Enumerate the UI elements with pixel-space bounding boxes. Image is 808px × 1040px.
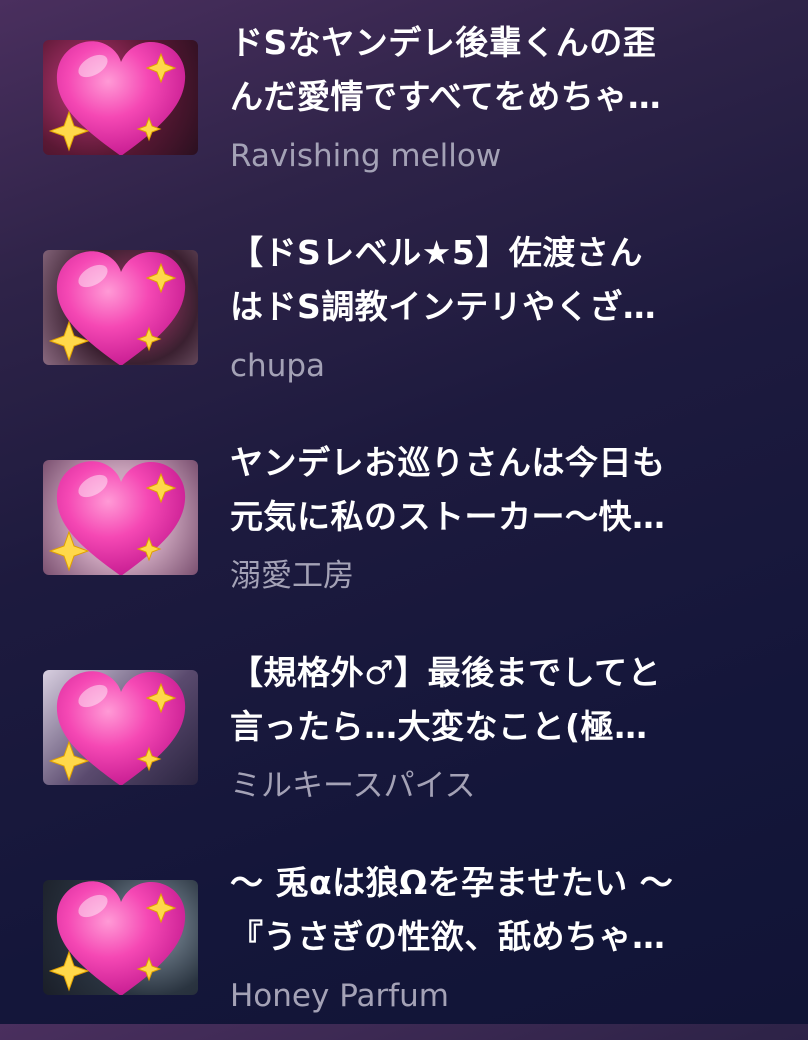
item-title[interactable]: 【ドSレベル★5】佐渡さん はドS調教インテリやくざ… xyxy=(230,226,770,334)
list-item[interactable]: ヤンデレお巡りさんは今日も 元気に私のストーカー～快… 溺愛工房 xyxy=(0,420,808,620)
cover-thumbnail[interactable] xyxy=(43,40,198,155)
track-list: ドSなヤンデレ後輩くんの歪 んだ愛情ですべてをめちゃ… Ravishing me… xyxy=(0,0,808,1024)
cover-thumbnail[interactable] xyxy=(43,250,198,365)
item-title-line-2: んだ愛情ですべてをめちゃ… xyxy=(230,77,662,116)
item-title-line-2: 言ったら…大変なこと(極… xyxy=(230,707,648,746)
item-title-line-2: 元気に私のストーカー～快… xyxy=(230,497,666,536)
item-title-line-2: 『うさぎの性欲、舐めちゃ… xyxy=(230,917,666,956)
list-item[interactable]: 【規格外♂】最後までしてと 言ったら…大変なこと(極… ミルキースパイス xyxy=(0,630,808,830)
item-title-line-1: 【ドSレベル★5】佐渡さん xyxy=(230,233,643,272)
item-author[interactable]: ミルキースパイス xyxy=(230,766,476,806)
item-author[interactable]: Ravishing mellow xyxy=(230,136,501,176)
cover-thumbnail[interactable] xyxy=(43,460,198,575)
item-title-line-1: ～ 兎αは狼Ωを孕ませたい ～ xyxy=(230,863,674,902)
sparkling-heart-icon xyxy=(49,41,186,155)
item-author[interactable]: Honey Parfum xyxy=(230,976,449,1016)
sparkling-heart-icon xyxy=(49,671,186,785)
item-title-line-1: ドSなヤンデレ後輩くんの歪 xyxy=(230,23,657,62)
sparkling-heart-icon xyxy=(49,881,186,995)
cover-thumbnail[interactable] xyxy=(43,880,198,995)
list-item[interactable]: ～ 兎αは狼Ωを孕ませたい ～ 『うさぎの性欲、舐めちゃ… Honey Parf… xyxy=(0,840,808,1040)
item-title[interactable]: ヤンデレお巡りさんは今日も 元気に私のストーカー～快… xyxy=(230,436,770,544)
item-title[interactable]: ～ 兎αは狼Ωを孕ませたい ～ 『うさぎの性欲、舐めちゃ… xyxy=(230,856,770,964)
item-title-line-1: 【規格外♂】最後までしてと xyxy=(230,653,662,692)
list-item[interactable]: ドSなヤンデレ後輩くんの歪 んだ愛情ですべてをめちゃ… Ravishing me… xyxy=(0,0,808,200)
sparkling-heart-icon xyxy=(49,251,186,365)
cover-thumbnail[interactable] xyxy=(43,670,198,785)
item-title[interactable]: 【規格外♂】最後までしてと 言ったら…大変なこと(極… xyxy=(230,646,770,754)
item-title-line-1: ヤンデレお巡りさんは今日も xyxy=(230,443,666,482)
item-title[interactable]: ドSなヤンデレ後輩くんの歪 んだ愛情ですべてをめちゃ… xyxy=(230,16,770,124)
sparkling-heart-icon xyxy=(49,461,186,575)
item-author[interactable]: chupa xyxy=(230,346,325,386)
list-item[interactable]: 【ドSレベル★5】佐渡さん はドS調教インテリやくざ… chupa xyxy=(0,210,808,410)
item-title-line-2: はドS調教インテリやくざ… xyxy=(230,287,657,326)
item-author[interactable]: 溺愛工房 xyxy=(230,556,354,596)
